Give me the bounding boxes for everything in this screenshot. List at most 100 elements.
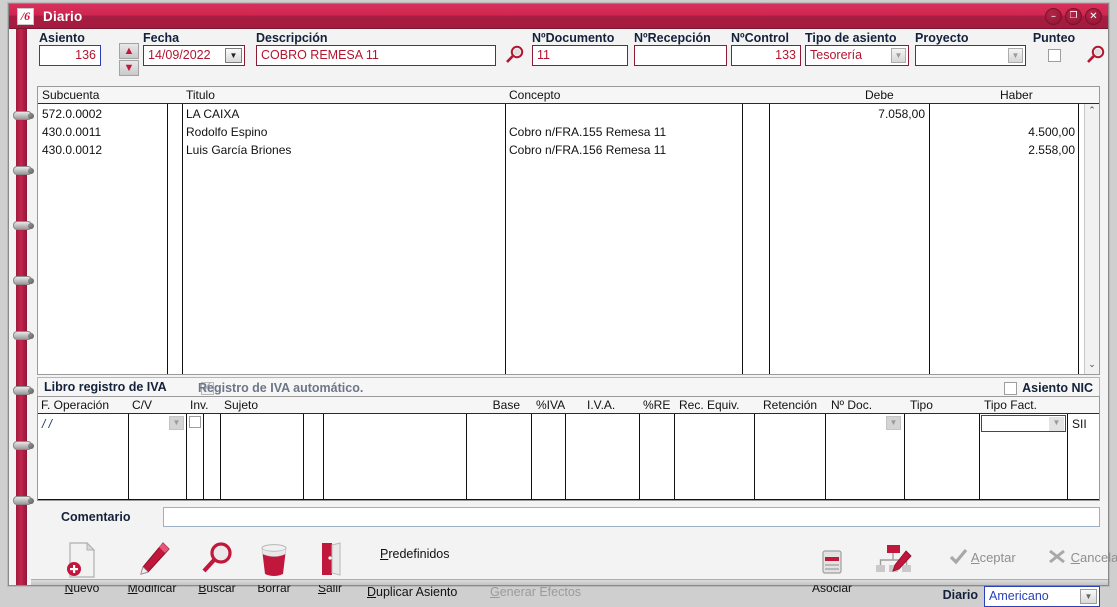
- asociar-button[interactable]: Asociar: [799, 545, 865, 595]
- tipo-fact-dropdown-icon[interactable]: ▼: [1049, 417, 1064, 431]
- n-documento-label: NºDocumento: [532, 31, 615, 45]
- n-recepcion-input[interactable]: [634, 45, 727, 66]
- aceptar-button[interactable]: Aceptar: [949, 548, 1016, 568]
- scroll-up-icon[interactable]: ⌃: [1085, 104, 1099, 120]
- asiento-nic-checkbox[interactable]: [1004, 382, 1017, 395]
- binder-ring: [13, 386, 34, 395]
- tipo-asiento-select[interactable]: Tesorería ▼: [805, 45, 909, 66]
- close-icon[interactable]: ✕: [1085, 8, 1102, 25]
- cell-titulo[interactable]: Rodolfo Espino: [186, 125, 267, 139]
- field-proyecto: Proyecto ▼: [915, 31, 1026, 66]
- window-content: Asiento 136 ▲ ▼ Fecha 14/09/2022 ▼ Descr…: [31, 29, 1117, 607]
- magnifier-icon: [186, 539, 248, 581]
- bottom-toolbar: NNuevouevo Modificar: [31, 531, 1117, 607]
- iva-col-pct-iva[interactable]: %IVA: [536, 398, 565, 412]
- inv-checkbox[interactable]: [189, 416, 201, 428]
- iva-col-n-doc[interactable]: Nº Doc.: [831, 398, 872, 412]
- cell-titulo[interactable]: LA CAIXA: [186, 107, 239, 121]
- iva-cell-f-operacion[interactable]: / /: [42, 417, 52, 431]
- asiento-lines-grid[interactable]: Subcuenta Titulo Concepto Debe Haber 572…: [37, 86, 1100, 375]
- scroll-down-icon[interactable]: ⌄: [1085, 358, 1099, 374]
- modificar-button[interactable]: Modificar: [121, 539, 183, 595]
- descripcion-input[interactable]: COBRO REMESA 11: [256, 45, 496, 66]
- field-punteo: Punteo: [1031, 31, 1077, 62]
- n-control-input[interactable]: 133: [731, 45, 801, 66]
- cv-dropdown-icon[interactable]: ▼: [169, 416, 184, 430]
- cell-haber[interactable]: 4.500,00: [933, 125, 1075, 139]
- duplicar-asiento-link[interactable]: Duplicar Asiento: [367, 585, 457, 599]
- binder-decoration: [9, 29, 34, 585]
- comentario-input[interactable]: [163, 507, 1100, 527]
- cell-haber[interactable]: 2.558,00: [933, 143, 1075, 157]
- cell-debe[interactable]: 7.058,00: [773, 107, 925, 121]
- new-document-icon: [51, 539, 113, 581]
- binder-ring: [13, 496, 34, 505]
- proyecto-select[interactable]: ▼: [915, 45, 1026, 66]
- maximize-icon[interactable]: ❐: [1065, 8, 1082, 25]
- chevron-down-icon[interactable]: ▼: [225, 48, 242, 63]
- tipo-fact-input[interactable]: ▼: [981, 415, 1066, 432]
- punteo-search-icon[interactable]: [1084, 44, 1106, 66]
- iva-col-inv[interactable]: Inv.: [190, 398, 208, 412]
- punteo-checkbox[interactable]: [1047, 49, 1061, 62]
- fecha-input[interactable]: 14/09/2022 ▼: [143, 45, 245, 66]
- chevron-down-icon[interactable]: ▼: [1080, 589, 1097, 604]
- iva-col-sujeto[interactable]: Sujeto: [224, 398, 258, 412]
- cancelar-button[interactable]: Cancelar: [1048, 548, 1117, 568]
- salir-button[interactable]: Salir: [299, 539, 361, 595]
- diagram-edit-icon[interactable]: [873, 543, 915, 584]
- grid-scrollbar[interactable]: ⌃ ⌄: [1084, 104, 1099, 374]
- iva-col-iva[interactable]: I.V.A.: [587, 398, 615, 412]
- cell-subcuenta[interactable]: 430.0.0012: [42, 143, 102, 157]
- pen-icon: [121, 539, 183, 581]
- binder-ring: [13, 331, 34, 340]
- spinner-down-icon[interactable]: ▼: [119, 60, 139, 76]
- iva-col-cv[interactable]: C/V: [132, 398, 152, 412]
- asiento-spinner[interactable]: ▲ ▼: [119, 43, 139, 77]
- cell-subcuenta[interactable]: 572.0.0002: [42, 107, 102, 121]
- field-n-documento: NºDocumento 11: [532, 31, 628, 66]
- cell-concepto[interactable]: Cobro n/FRA.155 Remesa 11: [509, 125, 666, 139]
- diario-label: Diario: [942, 588, 978, 602]
- iva-auto-label: Registro de IVA automático.: [198, 381, 364, 395]
- grid-col-titulo[interactable]: Titulo: [186, 88, 215, 102]
- iva-col-pct-re[interactable]: %RE: [643, 398, 670, 412]
- iva-col-tipo-fact[interactable]: Tipo Fact.: [984, 398, 1037, 412]
- diario-value: Americano: [989, 589, 1049, 603]
- chevron-down-icon[interactable]: ▼: [1008, 48, 1023, 63]
- fecha-label: Fecha: [143, 31, 180, 45]
- predefinidos-link[interactable]: Predefinidos: [380, 547, 450, 561]
- iva-col-f-operacion[interactable]: F. Operación: [41, 398, 109, 412]
- grid-col-haber[interactable]: Haber: [1000, 88, 1033, 102]
- borrar-button[interactable]: Borrar: [243, 539, 305, 595]
- iva-col-tipo[interactable]: Tipo: [910, 398, 933, 412]
- asiento-input[interactable]: 136: [39, 45, 101, 66]
- cell-subcuenta[interactable]: 430.0.0011: [42, 125, 101, 139]
- spinner-up-icon[interactable]: ▲: [119, 43, 139, 59]
- iva-col-retencion[interactable]: Retención: [763, 398, 817, 412]
- n-documento-input[interactable]: 11: [532, 45, 628, 66]
- cell-titulo[interactable]: Luis García Briones: [186, 143, 291, 157]
- buscar-button[interactable]: Buscar: [186, 539, 248, 595]
- grid-header-row: Subcuenta Titulo Concepto Debe Haber: [38, 87, 1099, 104]
- descripcion-label: Descripción: [256, 31, 328, 45]
- diario-select[interactable]: Americano ▼: [984, 586, 1100, 607]
- iva-grid[interactable]: F. Operación C/V Inv. Sujeto Base %IVA I…: [37, 396, 1100, 501]
- descripcion-search-icon[interactable]: [503, 44, 525, 66]
- binder-ring: [13, 111, 34, 120]
- grid-col-debe[interactable]: Debe: [865, 88, 894, 102]
- binder-ring: [13, 221, 34, 230]
- chevron-down-icon[interactable]: ▼: [891, 48, 906, 63]
- header-fields: Asiento 136 ▲ ▼ Fecha 14/09/2022 ▼ Descr…: [31, 29, 1108, 86]
- window-controls: – ❐ ✕: [1045, 8, 1102, 25]
- field-descripcion: Descripción COBRO REMESA 11: [256, 31, 496, 66]
- nuevo-button[interactable]: NNuevouevo: [51, 539, 113, 595]
- iva-col-rec-equiv[interactable]: Rec. Equiv.: [679, 398, 739, 412]
- grid-col-subcuenta[interactable]: Subcuenta: [42, 88, 99, 102]
- minimize-icon[interactable]: –: [1045, 8, 1062, 25]
- iva-col-base[interactable]: Base: [472, 398, 520, 412]
- grid-col-concepto[interactable]: Concepto: [509, 88, 560, 102]
- cell-concepto[interactable]: Cobro n/FRA.156 Remesa 11: [509, 143, 666, 157]
- tipo-dropdown-icon[interactable]: ▼: [886, 416, 901, 430]
- iva-cell-sii[interactable]: SII: [1072, 417, 1087, 431]
